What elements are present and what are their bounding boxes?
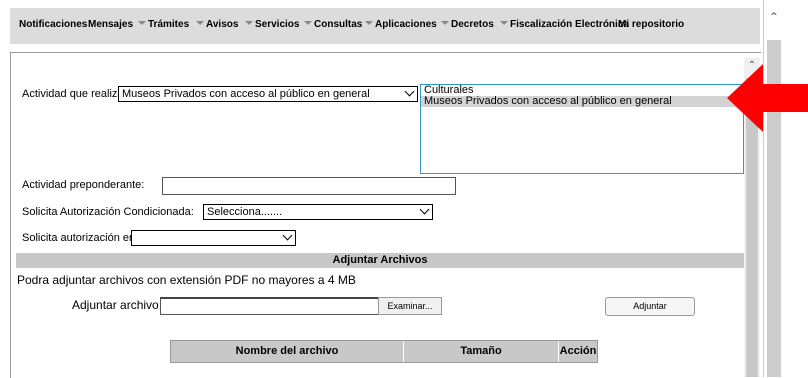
chevron-down-icon (500, 21, 508, 26)
chevron-down-icon (419, 205, 430, 215)
browse-button[interactable]: Examinar... (378, 297, 442, 315)
files-table-header: Nombre del archivo Tamaño Acción (170, 340, 598, 363)
chevron-down-icon (138, 21, 146, 26)
attach-button[interactable]: Adjuntar (605, 297, 695, 316)
nav-item-mensajes[interactable]: Mensajes (88, 19, 133, 30)
nav-label: Trámites (148, 19, 190, 30)
chevron-down-icon (245, 21, 253, 26)
listbox-option-selected[interactable]: Museos Privados con acceso al público en… (421, 96, 743, 107)
attachments-note: Podra adjuntar archivos con extensión PD… (17, 273, 356, 287)
chevron-down-icon (282, 231, 293, 241)
nav-label: Consultas (314, 19, 363, 30)
file-label: Adjuntar archivo: (72, 298, 163, 312)
autorizacion-en-select[interactable] (131, 230, 296, 246)
nav-item-avisos[interactable]: Avisos (196, 19, 238, 30)
scroll-up-icon[interactable]: ⌃ (767, 10, 781, 24)
nav-item-consultas[interactable]: Consultas (304, 19, 362, 30)
top-nav-bar: Notificaciones Mensajes Trámites Avisos … (10, 8, 760, 44)
nav-label: Avisos (206, 19, 239, 30)
chevron-down-icon (304, 21, 312, 26)
nav-label: Servicios (255, 19, 300, 30)
column-header-filename: Nombre del archivo (171, 341, 404, 362)
actividad-listbox[interactable]: Culturales Museos Privados con acceso al… (420, 84, 744, 174)
select-value: Selecciona....... (207, 206, 283, 218)
nav-label: Decretos (451, 19, 494, 30)
chevron-down-icon (441, 21, 449, 26)
column-header-action: Acción (559, 345, 597, 357)
preponderante-label: Actividad preponderante: (22, 179, 145, 191)
nav-item-mi-repositorio[interactable]: Mi repositorio (618, 19, 684, 30)
condicionada-select[interactable]: Selecciona....... (203, 204, 433, 220)
nav-item-decretos[interactable]: Decretos (441, 19, 494, 30)
section-header: Adjuntar Archivos (16, 253, 744, 268)
column-header-size: Tamaño (404, 341, 559, 362)
select-value: Museos Privados con acceso al público en… (122, 88, 370, 100)
autorizacion-en-label: Solicita autorización en: (22, 232, 139, 244)
nav-item-tramites[interactable]: Trámites (138, 19, 189, 30)
red-arrow-icon (727, 64, 808, 132)
nav-item-servicios[interactable]: Servicios (245, 19, 299, 30)
nav-item-fiscalizacion[interactable]: Fiscalización Electrónica (500, 19, 629, 30)
nav-item-aplicaciones[interactable]: Aplicaciones (365, 19, 437, 30)
chevron-down-icon (196, 21, 204, 26)
condicionada-label: Solicita Autorización Condicionada: (22, 206, 194, 218)
arrow-shape (727, 64, 808, 132)
nav-label: Fiscalización Electrónica (510, 19, 629, 30)
nav-item-notificaciones[interactable]: Notificaciones (19, 19, 87, 30)
actividad-select[interactable]: Museos Privados con acceso al público en… (118, 86, 418, 102)
actividad-label: Actividad que realiza: (22, 88, 127, 100)
chevron-down-icon (365, 21, 373, 26)
file-path-field[interactable] (160, 297, 380, 315)
preponderante-input[interactable] (162, 177, 456, 195)
chevron-down-icon (404, 87, 415, 97)
nav-label: Aplicaciones (375, 19, 437, 30)
